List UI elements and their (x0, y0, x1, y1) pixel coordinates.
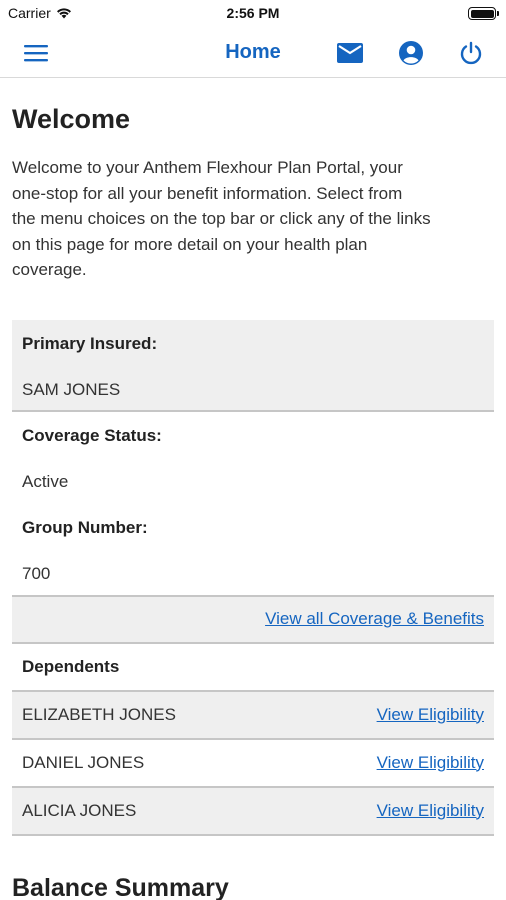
carrier-indicator: Carrier (8, 5, 72, 21)
view-eligibility-link[interactable]: View Eligibility (377, 753, 484, 773)
dependent-row: DANIEL JONES View Eligibility (12, 740, 494, 788)
coverage-status-value: Active (22, 471, 69, 491)
top-nav-bar: Home (0, 28, 506, 78)
coverage-card: Primary Insured: SAM JONES Coverage Stat… (12, 319, 494, 836)
mail-icon (337, 43, 363, 63)
group-number-label: Group Number: (22, 517, 148, 537)
balance-summary-heading: Balance Summary (12, 874, 229, 900)
primary-insured-value: SAM JONES (22, 379, 121, 399)
view-all-coverage-link[interactable]: View all Coverage & Benefits (265, 609, 484, 629)
menu-icon (24, 45, 48, 62)
view-all-row: View all Coverage & Benefits (12, 596, 494, 644)
power-icon (460, 41, 482, 65)
view-eligibility-link[interactable]: View Eligibility (377, 705, 484, 725)
intro-line: coverage. (12, 260, 87, 279)
intro-line: the menu choices on the top bar or click… (12, 209, 431, 228)
intro-line: one-stop for all your benefit informatio… (12, 183, 403, 203)
view-eligibility-link[interactable]: View Eligibility (377, 801, 484, 821)
status-bar: Carrier 2:56 PM (0, 0, 506, 28)
primary-insured-row: Primary Insured: SAM JONES (12, 319, 494, 412)
account-icon (399, 41, 423, 65)
coverage-status-label: Coverage Status: (22, 425, 162, 445)
carrier-label: Carrier (8, 5, 51, 21)
welcome-heading: Welcome (12, 104, 131, 134)
dependents-header-row: Dependents (12, 644, 494, 692)
status-time: 2:56 PM (226, 5, 280, 21)
primary-insured-label: Primary Insured: (22, 333, 158, 353)
coverage-details-row: Coverage Status: Active Group Number: 70… (12, 412, 494, 597)
menu-button[interactable] (19, 36, 53, 70)
dependent-row: ALICIA JONES View Eligibility (12, 787, 494, 836)
page-title: Home (225, 41, 281, 63)
welcome-intro: Welcome to your Anthem Flexhour Plan Por… (12, 155, 494, 283)
dependent-name: DANIEL JONES (22, 752, 145, 772)
dependent-name: ALICIA JONES (22, 800, 137, 820)
messages-button[interactable] (333, 36, 367, 70)
group-number-value: 700 (22, 563, 51, 583)
account-button[interactable] (394, 36, 428, 70)
battery-icon (468, 7, 499, 20)
intro-line: on this page for more detail on your hea… (12, 234, 368, 254)
intro-line: Welcome to your Anthem Flexhour Plan Por… (12, 158, 403, 177)
dependents-heading: Dependents (22, 656, 120, 676)
main-content: Welcome Welcome to your Anthem Flexhour … (12, 78, 494, 836)
dependent-name: ELIZABETH JONES (22, 704, 176, 724)
dependent-row: ELIZABETH JONES View Eligibility (12, 691, 494, 740)
logout-button[interactable] (454, 36, 488, 70)
wifi-icon (56, 8, 71, 19)
